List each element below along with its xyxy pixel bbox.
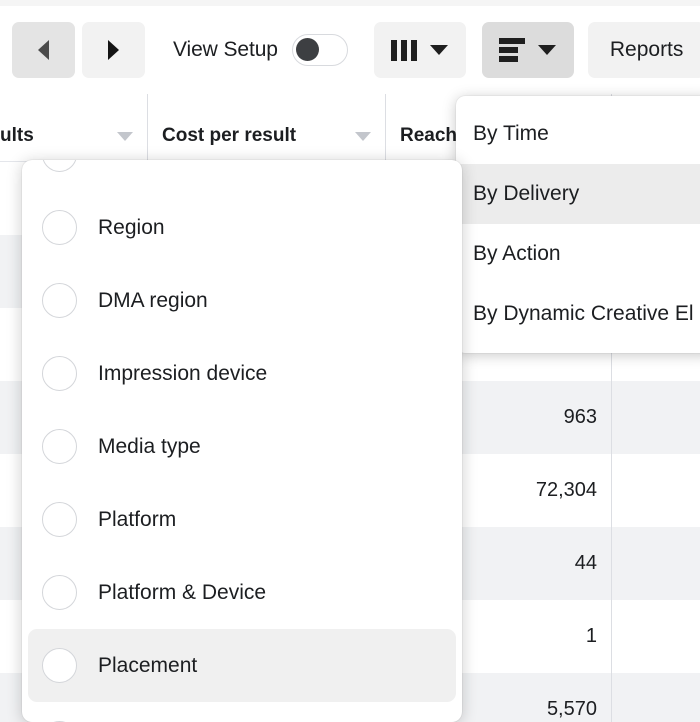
breakdown-menu-item-by-action[interactable]: By Action — [456, 224, 700, 284]
breakdown-option-placement[interactable]: Placement — [28, 629, 456, 702]
column-header-cost-per-result[interactable]: Cost per result — [147, 94, 385, 161]
breakdown-menu: By Time By Delivery By Action By Dynamic… — [456, 96, 700, 353]
radio-icon[interactable] — [42, 575, 77, 610]
radio-icon[interactable] — [42, 283, 77, 318]
chevron-down-icon — [538, 45, 557, 55]
column-header-cost-per-result-label: Cost per result — [162, 125, 297, 146]
breakdown-menu-item-by-time[interactable]: By Time — [456, 104, 700, 164]
breakdown-option-partial-bottom[interactable] — [28, 702, 456, 722]
cell-next — [611, 454, 700, 527]
breakdown-option-platform-and-device[interactable]: Platform & Device — [28, 556, 456, 629]
previous-button[interactable] — [12, 22, 75, 78]
breakdown-option-label: Platform — [98, 507, 177, 531]
breakdown-option-platform[interactable]: Platform — [28, 483, 456, 556]
breakdown-submenu-list: Region DMA region Impression device Medi… — [22, 160, 462, 722]
sort-caret-icon[interactable] — [355, 132, 371, 141]
triangle-right-icon — [108, 40, 119, 60]
app-root: View Setup Reports ults Cost per result … — [0, 0, 700, 722]
sort-caret-icon[interactable] — [117, 132, 133, 141]
chevron-down-icon — [430, 45, 449, 55]
radio-icon[interactable] — [42, 429, 77, 464]
breakdown-option-dma-region[interactable]: DMA region — [28, 264, 456, 337]
breakdown-option-label: Placement — [98, 653, 198, 677]
breakdown-button[interactable] — [481, 22, 574, 78]
toggle-knob — [295, 38, 319, 61]
breakdown-menu-item-label: By Delivery — [473, 182, 580, 205]
breakdown-option-partial-top[interactable] — [28, 160, 456, 191]
view-setup-toggle[interactable] — [291, 34, 348, 66]
breakdown-menu-item-by-dynamic-creative-element[interactable]: By Dynamic Creative El — [456, 284, 700, 344]
column-header-results[interactable]: ults — [0, 94, 147, 161]
breakdown-option-label: Media type — [98, 434, 201, 458]
columns-icon — [391, 39, 418, 61]
triangle-left-icon — [38, 40, 49, 60]
breakdown-option-label: Impression device — [98, 361, 268, 385]
breakdown-menu-item-label: By Action — [473, 242, 561, 265]
cell-next — [611, 600, 700, 673]
breakdown-option-label: Region — [98, 215, 165, 239]
reports-button-label: Reports — [609, 38, 684, 61]
radio-icon[interactable] — [42, 502, 77, 537]
breakdown-menu-item-label: By Time — [473, 122, 549, 145]
view-setup-group: View Setup — [173, 34, 348, 66]
toolbar: View Setup Reports — [0, 6, 700, 94]
radio-icon[interactable] — [42, 210, 77, 245]
breakdown-menu-item-label: By Dynamic Creative El — [473, 302, 694, 325]
cell-next — [611, 527, 700, 600]
column-header-reach-label: Reach — [400, 125, 458, 146]
breakdown-menu-item-by-delivery[interactable]: By Delivery — [456, 164, 700, 224]
cell-next — [611, 673, 700, 722]
breakdown-option-region[interactable]: Region — [28, 191, 456, 264]
reports-button[interactable]: Reports — [587, 22, 700, 78]
column-header-results-label: ults — [0, 125, 34, 146]
next-button[interactable] — [82, 22, 145, 78]
columns-button[interactable] — [373, 22, 466, 78]
radio-icon[interactable] — [42, 648, 77, 683]
view-setup-label: View Setup — [173, 38, 278, 61]
radio-icon[interactable] — [42, 160, 77, 172]
radio-icon[interactable] — [42, 356, 77, 391]
cell-next — [611, 381, 700, 454]
breakdown-option-impression-device[interactable]: Impression device — [28, 337, 456, 410]
breakdown-submenu-panel: Region DMA region Impression device Medi… — [22, 160, 462, 722]
breakdown-option-label: DMA region — [98, 288, 208, 312]
breakdown-icon — [499, 38, 526, 62]
breakdown-option-media-type[interactable]: Media type — [28, 410, 456, 483]
breakdown-option-label: Platform & Device — [98, 580, 267, 604]
